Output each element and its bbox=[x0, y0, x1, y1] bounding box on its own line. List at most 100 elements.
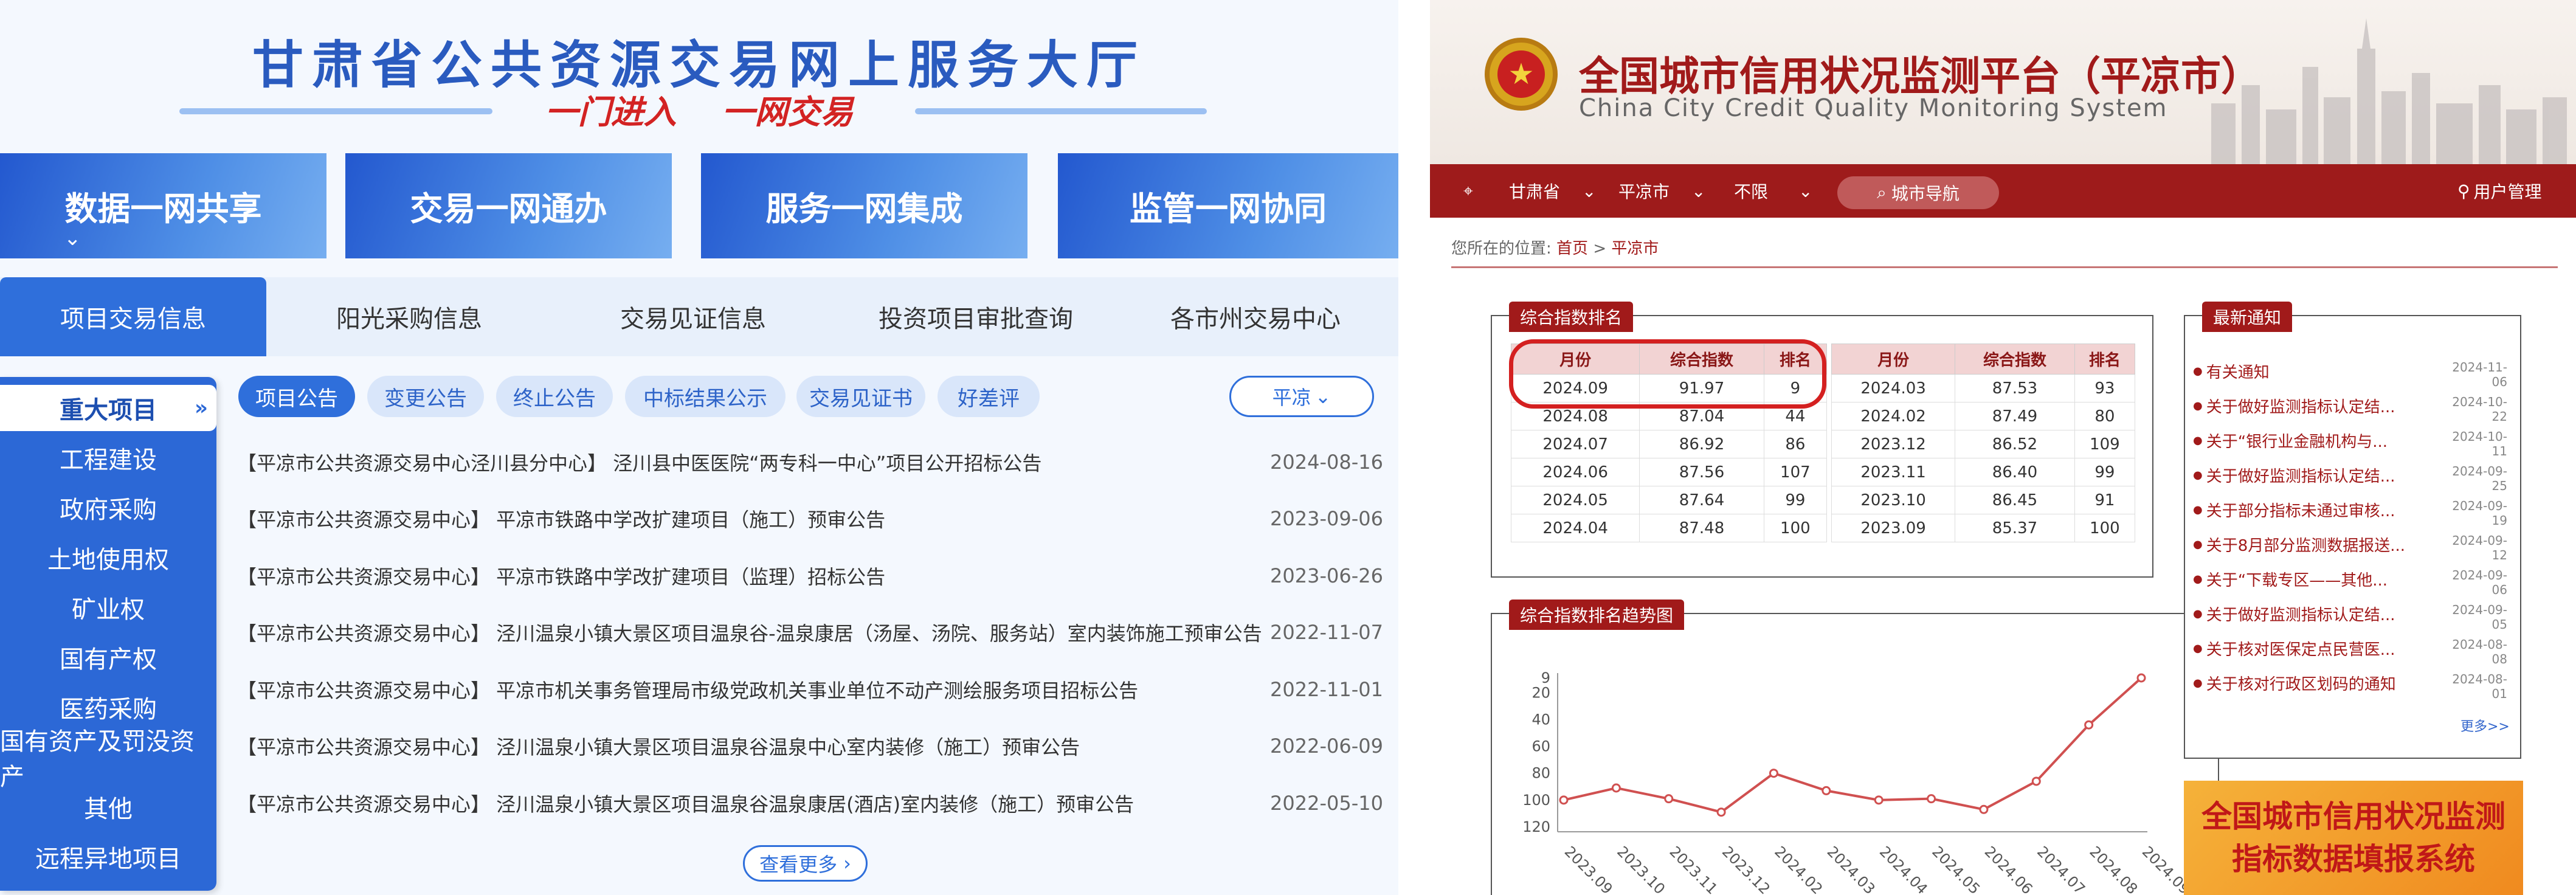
col-rank: 排名 bbox=[2074, 344, 2136, 375]
cell-index: 87.48 bbox=[1639, 514, 1764, 542]
list-item[interactable]: 【平凉市公共资源交易中心】 平凉市铁路中学改扩建项目（施工）预审公告 2023-0… bbox=[237, 500, 1383, 537]
col-index: 综合指数 bbox=[1955, 344, 2075, 375]
notice-date: 2024-09-19 bbox=[2452, 499, 2507, 528]
table-row: 2023.09 85.37 100 bbox=[1831, 514, 2136, 542]
chip-rating[interactable]: 好差评 bbox=[938, 376, 1040, 417]
banner-one-stop-trading[interactable]: 交易一网通办 bbox=[345, 153, 672, 258]
cell-month: 2024.04 bbox=[1510, 514, 1640, 542]
list-item[interactable]: 【平凉市公共资源交易中心】 泾川温泉小镇大景区项目温泉谷-温泉康居（汤屋、汤院、… bbox=[237, 614, 1383, 651]
tab-trading-witness[interactable]: 交易见证信息 bbox=[559, 277, 827, 356]
notice-item[interactable]: 关于核对行政区划码的通知 bbox=[2193, 666, 2460, 700]
side-item-other[interactable]: 其他 bbox=[0, 784, 216, 830]
side-item-state-assets[interactable]: 国有资产及罚没资产 bbox=[0, 728, 216, 791]
cell-rank: 80 bbox=[2074, 402, 2136, 430]
notice-more-link[interactable]: 更多>> bbox=[2460, 716, 2510, 735]
tab-sunshine-procurement[interactable]: 阳光采购信息 bbox=[278, 277, 540, 356]
tab-investment-approval[interactable]: 投资项目审批查询 bbox=[839, 277, 1113, 356]
side-item-engineering[interactable]: 工程建设 bbox=[0, 435, 216, 481]
cell-index: 87.53 bbox=[1955, 374, 2075, 403]
notice-item[interactable]: 关于做好监测指标认定结... bbox=[2193, 458, 2460, 492]
breadcrumb-sep: > bbox=[1593, 240, 1607, 258]
notice-item[interactable]: 关于部分指标未通过审核... bbox=[2193, 492, 2460, 527]
list-item[interactable]: 【平凉市公共资源交易中心】 泾川温泉小镇大景区项目温泉谷温泉中心室内装修（施工）… bbox=[237, 728, 1383, 764]
notice-item[interactable]: 关于核对医保定点民营医... bbox=[2193, 631, 2460, 666]
side-item-gov-procurement[interactable]: 政府采购 bbox=[0, 485, 216, 531]
notice-item[interactable]: 有关通知 bbox=[2193, 354, 2460, 389]
data-point bbox=[1822, 786, 1831, 795]
province-select[interactable]: 甘肃省 ⌄ bbox=[1509, 164, 1596, 218]
x-tick-label: 2023.11 bbox=[1666, 843, 1721, 895]
ranking-tag: 综合指数排名 bbox=[1509, 302, 1634, 332]
cell-rank: 91 bbox=[2074, 486, 2136, 514]
side-item-major-projects[interactable]: 重大项目 bbox=[0, 385, 216, 431]
chip-change-notice[interactable]: 变更公告 bbox=[367, 376, 484, 417]
data-point bbox=[2136, 673, 2146, 683]
side-item-mining[interactable]: 矿业权 bbox=[0, 584, 216, 631]
emblem-star: ★ bbox=[1497, 50, 1545, 98]
cell-rank: 86 bbox=[1763, 430, 1828, 458]
chip-award-result[interactable]: 中标结果公示 bbox=[625, 376, 786, 417]
y-tick-label: 80 bbox=[1531, 765, 1550, 782]
cell-index: 87.49 bbox=[1955, 402, 2075, 430]
banner-supervision[interactable]: 监管一网协同 bbox=[1058, 153, 1398, 258]
tab-city-centers[interactable]: 各市州交易中心 bbox=[1119, 277, 1392, 356]
ranking-table-right: 月份 综合指数 排名 2024.03 87.53 93 2024.02 87.49 80… bbox=[1831, 344, 2136, 542]
cell-rank: 99 bbox=[2074, 458, 2136, 486]
data-point bbox=[1664, 794, 1674, 804]
side-item-land-use[interactable]: 土地使用权 bbox=[0, 534, 216, 581]
x-tick-label: 2024.06 bbox=[1981, 843, 2036, 895]
y-tick-label: 60 bbox=[1531, 738, 1550, 755]
data-point bbox=[1927, 794, 1936, 804]
city-nav-button[interactable]: ⌕ 城市导航 bbox=[1837, 176, 1999, 209]
portal-subtitle: 一门进入 一网交易 bbox=[545, 92, 854, 131]
side-item-state-property[interactable]: 国有产权 bbox=[0, 634, 216, 680]
table-row: 2024.05 87.64 99 bbox=[1510, 486, 1828, 514]
chip-project-notice[interactable]: 项目公告 bbox=[238, 376, 355, 417]
table-row: 2023.12 86.52 109 bbox=[1831, 430, 2136, 458]
data-point bbox=[2031, 776, 2041, 786]
list-item-title: 【平凉市公共资源交易中心】 平凉市机关事务管理局市级党政机关事业单位不动产测绘服… bbox=[237, 679, 1139, 702]
x-tick-label: 2024.05 bbox=[1929, 843, 1983, 895]
chip-witness-cert[interactable]: 交易见证书 bbox=[796, 376, 925, 417]
list-item[interactable]: 【平凉市公共资源交易中心】 泾川温泉小镇大景区项目温泉谷温泉康居(酒店)室内装修… bbox=[237, 785, 1383, 821]
list-item[interactable]: 【平凉市公共资源交易中心】 平凉市铁路中学改扩建项目（监理）招标公告 2023-0… bbox=[237, 558, 1383, 594]
notice-date: 2024-10-11 bbox=[2452, 429, 2507, 458]
breadcrumb-prefix: 您所在的位置: bbox=[1451, 240, 1552, 258]
data-report-system-banner[interactable]: 全国城市信用状况监测 指标数据填报系统 bbox=[2184, 781, 2523, 895]
list-item[interactable]: 【平凉市公共资源交易中心】 平凉市机关事务管理局市级党政机关事业单位不动产测绘服… bbox=[237, 671, 1383, 708]
chevron-down-icon: ⌄ bbox=[64, 226, 81, 251]
view-more-button[interactable]: 查看更多 › bbox=[743, 845, 868, 882]
data-point bbox=[1716, 807, 1726, 817]
x-tick-label: 2023.10 bbox=[1614, 843, 1668, 895]
table-row: 2024.03 87.53 93 bbox=[1831, 374, 2136, 403]
notice-item[interactable]: 关于做好监测指标认定结... bbox=[2193, 596, 2460, 631]
notice-date: 2024-09-25 bbox=[2452, 464, 2507, 493]
y-tick-label: 120 bbox=[1522, 818, 1550, 835]
series-line bbox=[1563, 677, 2143, 814]
notice-item[interactable]: 关于做好监测指标认定结... bbox=[2193, 389, 2460, 423]
region-select[interactable]: 平凉 ⌄ bbox=[1229, 376, 1374, 417]
cell-rank: 100 bbox=[1763, 514, 1828, 542]
cell-index: 86.52 bbox=[1955, 430, 2075, 458]
notice-item[interactable]: 关于“下载专区——其他... bbox=[2193, 562, 2460, 596]
cell-month: 2023.09 bbox=[1831, 514, 1956, 542]
district-select[interactable]: 不限 ⌄ bbox=[1734, 164, 1812, 218]
y-tick-label: 40 bbox=[1531, 711, 1550, 728]
breadcrumb-home[interactable]: 首页 bbox=[1556, 240, 1588, 258]
tab-project-trading[interactable]: 项目交易信息 bbox=[0, 277, 266, 356]
cell-month: 2024.07 bbox=[1510, 430, 1640, 458]
user-management-link[interactable]: ⚲ 用户管理 bbox=[2457, 164, 2542, 218]
notice-item[interactable]: 关于“银行业金融机构与... bbox=[2193, 423, 2460, 458]
side-item-remote[interactable]: 远程异地项目 bbox=[0, 834, 216, 880]
data-point bbox=[1979, 804, 1989, 814]
table-row: 2024.04 87.48 100 bbox=[1510, 514, 1828, 542]
notice-item[interactable]: 关于8月部分监测数据报送... bbox=[2193, 527, 2460, 562]
city-select[interactable]: 平凉市 ⌄ bbox=[1618, 164, 1705, 218]
breadcrumb-current[interactable]: 平凉市 bbox=[1611, 240, 1659, 258]
chip-termination-notice[interactable]: 终止公告 bbox=[496, 376, 613, 417]
user-icon: ⚲ bbox=[2457, 181, 2470, 201]
banner-data-sharing[interactable]: 数据一网共享 bbox=[0, 153, 326, 258]
banner-service-integration[interactable]: 服务一网集成 bbox=[701, 153, 1027, 258]
list-item[interactable]: 【平凉市公共资源交易中心泾川县分中心】 泾川县中医医院“两专科一中心”项目公开招… bbox=[237, 444, 1383, 480]
list-item-date: 2023-09-06 bbox=[1270, 507, 1383, 530]
